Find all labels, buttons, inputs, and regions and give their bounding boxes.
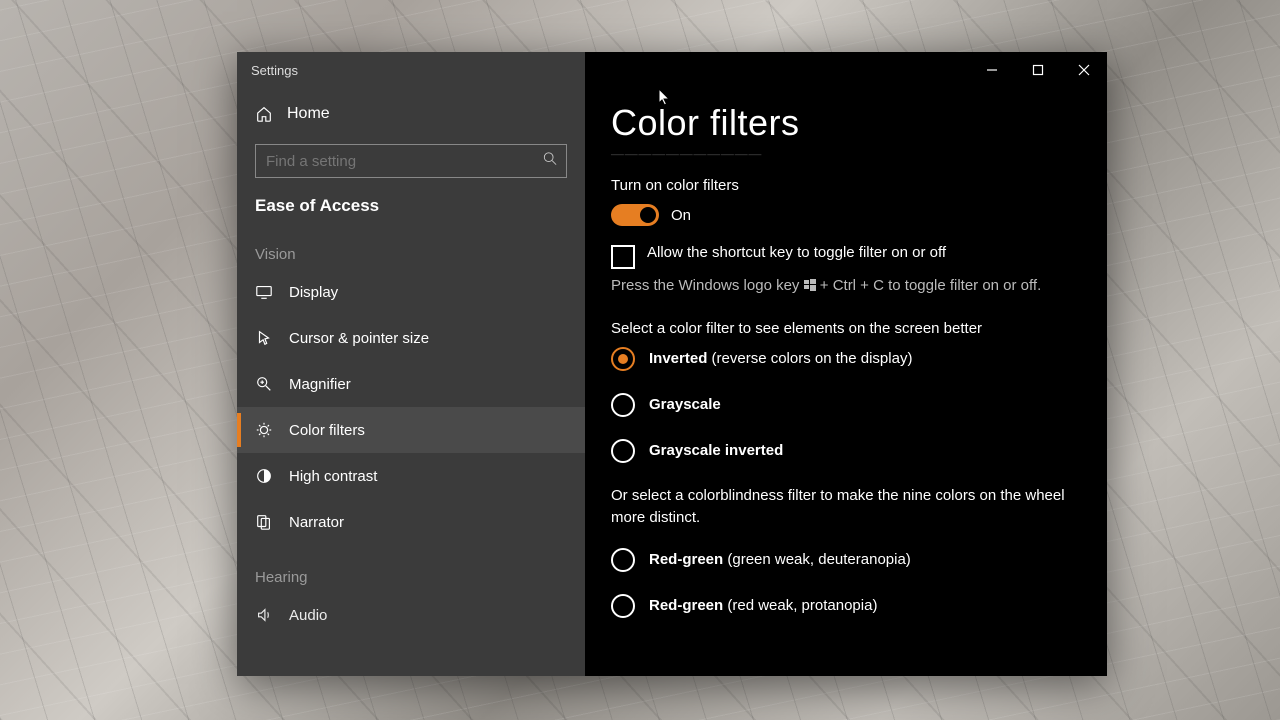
sidebar-item-label: Color filters bbox=[289, 422, 365, 439]
sidebar: Home Ease of Access Vision Display bbox=[237, 88, 585, 676]
cursor-icon bbox=[255, 329, 273, 347]
high-contrast-icon bbox=[255, 467, 273, 485]
audio-icon bbox=[255, 606, 273, 624]
colorblindness-header: Or select a colorblindness filter to mak… bbox=[611, 485, 1081, 530]
close-button[interactable] bbox=[1061, 52, 1107, 88]
sidebar-item-cursor[interactable]: Cursor & pointer size bbox=[237, 315, 585, 361]
category-title: Ease of Access bbox=[237, 188, 585, 222]
faded-subheader: ─────────── bbox=[611, 144, 1081, 165]
toggle-state: On bbox=[671, 207, 691, 224]
sidebar-item-label: Display bbox=[289, 284, 338, 301]
sidebar-item-magnifier[interactable]: Magnifier bbox=[237, 361, 585, 407]
home-label: Home bbox=[287, 105, 330, 123]
radio-button[interactable] bbox=[611, 594, 635, 618]
window-controls bbox=[969, 52, 1107, 88]
narrator-icon bbox=[255, 513, 273, 531]
radio-deuteranopia[interactable]: Red-green (green weak, deuteranopia) bbox=[611, 548, 1081, 572]
toggle-label: Turn on color filters bbox=[611, 177, 1081, 194]
radio-label: Grayscale inverted bbox=[649, 442, 783, 459]
shortcut-checkbox-label: Allow the shortcut key to toggle filter … bbox=[647, 244, 946, 261]
content-pane[interactable]: Color filters ─────────── Turn on color … bbox=[585, 88, 1107, 676]
sidebar-item-label: Audio bbox=[289, 607, 327, 624]
radio-inverted[interactable]: Inverted (reverse colors on the display) bbox=[611, 347, 1081, 371]
sidebar-item-audio[interactable]: Audio bbox=[237, 592, 585, 638]
color-filters-icon bbox=[255, 421, 273, 439]
group-vision: Vision bbox=[237, 222, 585, 269]
radio-protanopia[interactable]: Red-green (red weak, protanopia) bbox=[611, 594, 1081, 618]
sidebar-item-narrator[interactable]: Narrator bbox=[237, 499, 585, 545]
sidebar-item-high-contrast[interactable]: High contrast bbox=[237, 453, 585, 499]
magnifier-icon bbox=[255, 375, 273, 393]
shortcut-checkbox-row[interactable]: Allow the shortcut key to toggle filter … bbox=[611, 244, 1081, 269]
radio-label: Red-green (green weak, deuteranopia) bbox=[649, 551, 911, 568]
radio-label: Red-green (red weak, protanopia) bbox=[649, 597, 877, 614]
radio-grayscale[interactable]: Grayscale bbox=[611, 393, 1081, 417]
filter-select-header: Select a color filter to see elements on… bbox=[611, 320, 1081, 337]
radio-label: Inverted (reverse colors on the display) bbox=[649, 350, 912, 367]
radio-label: Grayscale bbox=[649, 396, 721, 413]
sidebar-item-label: High contrast bbox=[289, 468, 377, 485]
radio-grayscale-inverted[interactable]: Grayscale inverted bbox=[611, 439, 1081, 463]
radio-button[interactable] bbox=[611, 548, 635, 572]
home-icon bbox=[255, 105, 273, 123]
radio-button[interactable] bbox=[611, 347, 635, 371]
window-title: Settings bbox=[237, 63, 298, 78]
display-icon bbox=[255, 283, 273, 301]
group-hearing: Hearing bbox=[237, 545, 585, 592]
search-input[interactable] bbox=[255, 144, 567, 178]
minimize-button[interactable] bbox=[969, 52, 1015, 88]
search-icon bbox=[543, 152, 557, 171]
sidebar-item-display[interactable]: Display bbox=[237, 269, 585, 315]
settings-window: Settings Home bbox=[237, 52, 1107, 676]
color-filters-toggle[interactable] bbox=[611, 204, 659, 226]
sidebar-item-label: Cursor & pointer size bbox=[289, 330, 429, 347]
page-title: Color filters bbox=[611, 102, 1081, 144]
shortcut-checkbox[interactable] bbox=[611, 245, 635, 269]
shortcut-hint: Press the Windows logo key + Ctrl + C to… bbox=[611, 275, 1081, 298]
maximize-button[interactable] bbox=[1015, 52, 1061, 88]
radio-button[interactable] bbox=[611, 439, 635, 463]
titlebar: Settings bbox=[237, 52, 1107, 88]
sidebar-item-label: Narrator bbox=[289, 514, 344, 531]
sidebar-item-label: Magnifier bbox=[289, 376, 351, 393]
windows-key-icon bbox=[804, 276, 816, 298]
search-box[interactable] bbox=[255, 144, 567, 178]
radio-button[interactable] bbox=[611, 393, 635, 417]
sidebar-item-color-filters[interactable]: Color filters bbox=[237, 407, 585, 453]
home-nav[interactable]: Home bbox=[237, 92, 585, 136]
